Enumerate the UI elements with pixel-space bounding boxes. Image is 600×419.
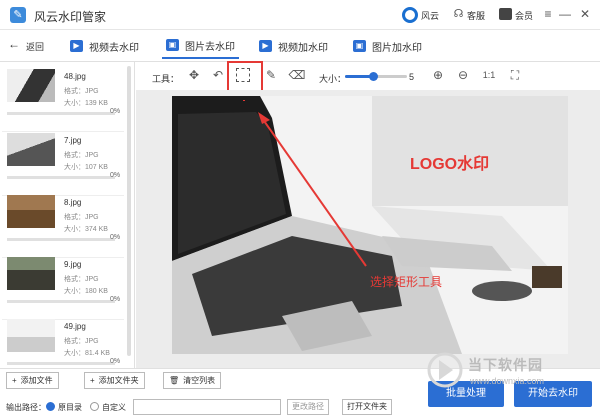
site-watermark-logo: [427, 352, 463, 388]
button-label: 添加文件夹: [98, 376, 139, 385]
radio-original-dir[interactable]: [46, 402, 55, 411]
trash-icon: 🗑: [169, 376, 180, 385]
button-label: 清空列表: [183, 376, 216, 385]
open-folder-button[interactable]: 打开文件夹: [342, 399, 392, 415]
site-watermark-text: 当下软件园: [468, 357, 543, 373]
add-folder-button[interactable]: + 添加文件夹: [84, 372, 145, 389]
change-path-button[interactable]: 更改路径: [287, 399, 329, 415]
add-file-button[interactable]: + 添加文件: [6, 372, 59, 389]
clear-list-button[interactable]: 🗑 清空列表: [163, 372, 222, 389]
radio-custom-dir[interactable]: [90, 402, 99, 411]
button-label: 添加文件: [20, 376, 53, 385]
output-path-input[interactable]: [133, 399, 281, 415]
radio-custom-label[interactable]: 自定义: [102, 402, 126, 413]
site-watermark-url: www.downxia.com: [470, 376, 545, 386]
plus-icon: +: [90, 376, 95, 385]
radio-original-label[interactable]: 原目录: [58, 402, 82, 413]
output-path-label: 输出路径：: [6, 403, 46, 412]
plus-icon: +: [12, 376, 17, 385]
